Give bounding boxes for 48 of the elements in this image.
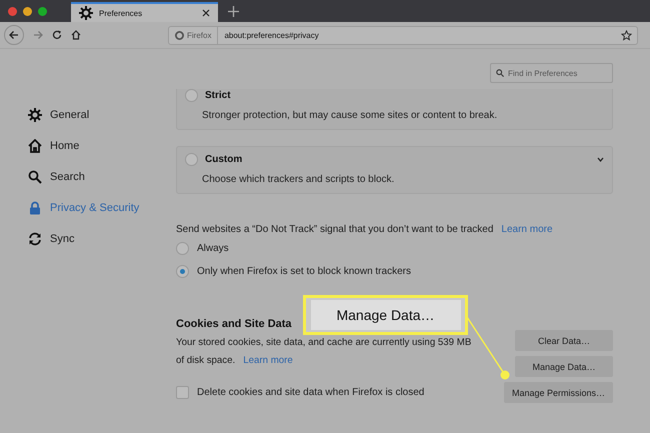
back-arrow-icon [9, 30, 19, 40]
data-button[interactable]: Manage Permissions… [504, 382, 613, 403]
search-icon [496, 69, 504, 77]
chevron-icon[interactable] [597, 157, 604, 162]
do-not-track-text: Send websites a “Do Not Track” signal that you don’t want to be tracked Learn more [176, 224, 554, 235]
storage-text: Your stored cookies, site data, and cache are currently using 539 MB of disk space. Learn more [176, 336, 472, 368]
radio-button[interactable] [176, 265, 189, 278]
checkbox[interactable] [176, 386, 189, 399]
home-icon[interactable] [71, 30, 81, 40]
search-field[interactable]: Find in Preferences [490, 63, 613, 83]
new-tab-icon[interactable] [228, 6, 239, 16]
search-icon [28, 170, 42, 184]
section-heading: Cookies and Site Data [176, 318, 292, 330]
option-description: Stronger protection, but may cause some sites or content to break. [201, 110, 498, 121]
sidebar-item[interactable]: General [28, 106, 176, 124]
gear-icon [79, 6, 93, 20]
option-label: Strict [205, 90, 232, 101]
sidebar-item[interactable]: Search [28, 168, 176, 186]
url-text: about:preferences#privacy [223, 30, 320, 40]
zoom-window-button[interactable] [38, 6, 47, 16]
address-bar[interactable]: Firefox about:preferences#privacy [168, 26, 638, 44]
gear-icon [28, 108, 42, 122]
close-icon[interactable] [202, 9, 210, 17]
lock-icon [28, 201, 42, 215]
browser-tab[interactable]: Preferences [71, 2, 218, 22]
data-button[interactable]: Manage Data… [515, 356, 613, 377]
radio-button[interactable] [185, 89, 198, 102]
enlarged-button[interactable]: Manage Data… [310, 300, 460, 330]
tab-title: Preferences [99, 8, 144, 18]
reload-icon[interactable] [52, 30, 62, 40]
option-description: Choose which trackers and scripts to block. [201, 174, 396, 185]
sync-icon [28, 232, 42, 246]
home-icon [28, 139, 42, 153]
option-label: Custom [205, 154, 244, 165]
close-window-button[interactable] [8, 6, 17, 16]
star-icon[interactable] [621, 30, 632, 40]
data-button[interactable]: Clear Data… [515, 330, 613, 351]
sidebar-item[interactable]: Sync [28, 230, 176, 248]
site-identity[interactable]: Firefox [169, 26, 218, 44]
minimize-window-button[interactable] [23, 6, 32, 16]
back-button[interactable] [4, 25, 24, 45]
radio-label: Always [197, 243, 229, 254]
radio-label: Only when Firefox is set to block known trackers [197, 266, 411, 277]
radio-button[interactable] [185, 153, 198, 166]
sidebar-item[interactable]: Home [28, 137, 176, 155]
checkbox-label: Delete cookies and site data when Firefox is closed [197, 387, 424, 398]
browser-logo-icon [175, 30, 184, 40]
radio-button[interactable] [176, 242, 189, 255]
